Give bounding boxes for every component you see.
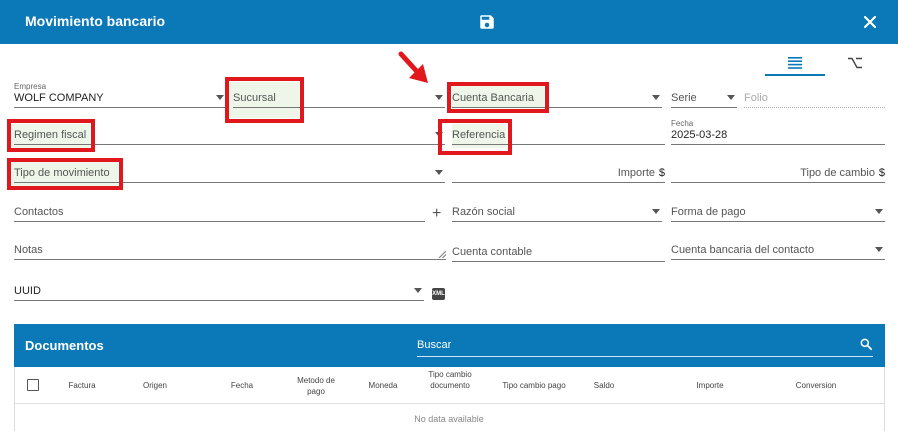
documents-title: Documentos [25,338,104,353]
column-header-metodo-pago[interactable]: Metodo de pago [291,375,341,397]
tipo-movimiento-highlight [7,158,123,190]
folio-input[interactable]: Folio [744,86,885,108]
empresa-value: WOLF COMPANY [14,92,104,104]
documents-search-input[interactable]: Buscar [417,334,873,357]
active-tab-indicator [765,74,825,76]
column-header-fecha[interactable]: Fecha [217,380,267,391]
chevron-down-icon [652,95,660,100]
referencia-highlight [438,119,512,155]
razon-social-placeholder: Razón social [452,206,515,218]
cuenta-bancaria-highlight [447,82,549,113]
column-header-origen[interactable]: Origen [130,380,180,391]
column-header-conversion[interactable]: Conversion [786,380,846,391]
empresa-select[interactable]: WOLF COMPANY [14,86,226,108]
tipo-cambio-input[interactable]: Tipo de cambio $ [671,161,885,183]
documents-toolbar: Documentos Buscar [14,324,885,367]
table-empty-message: No data available [414,414,484,424]
chevron-down-icon [875,209,883,214]
notas-textarea[interactable]: Notas [14,238,446,260]
xml-file-icon[interactable]: XML [432,288,445,300]
sucursal-highlight [225,77,304,123]
column-header-moneda[interactable]: Moneda [358,380,408,391]
cuenta-bancaria-contacto-select[interactable]: Cuenta bancaria del contacto [671,238,885,260]
forma-pago-select[interactable]: Forma de pago [671,200,885,222]
chevron-down-icon [727,95,735,100]
search-icon[interactable] [859,337,873,351]
dialog-header: Movimiento bancario [0,0,898,44]
uuid-select[interactable]: UUID [14,279,424,301]
chevron-down-icon [216,95,224,100]
save-icon[interactable] [478,13,496,31]
list-icon [788,57,802,69]
tab-alt-view[interactable] [825,50,885,76]
uuid-placeholder: UUID [14,285,41,297]
importe-input[interactable]: Importe $ [452,161,665,183]
folio-placeholder: Folio [744,92,768,104]
cuenta-contable-input[interactable]: Cuenta contable [452,240,665,262]
fecha-input[interactable]: 2025-03-28 [671,123,885,145]
column-header-factura[interactable]: Factura [57,380,107,391]
chevron-down-icon [414,288,422,293]
contactos-placeholder: Contactos [14,206,64,218]
serie-select[interactable]: Serie [671,86,737,108]
add-contact-button[interactable]: + [432,205,441,223]
search-placeholder: Buscar [417,339,452,351]
dialog-title: Movimiento bancario [25,13,166,29]
cuenta-contable-placeholder: Cuenta contable [452,246,533,258]
chevron-down-icon [435,170,443,175]
chevron-down-icon [652,209,660,214]
tipo-cambio-placeholder: Tipo de cambio [800,167,875,179]
column-header-importe[interactable]: Importe [684,380,736,391]
tipo-cambio-currency-symbol: $ [878,167,885,179]
serie-placeholder: Serie [671,92,697,104]
select-all-checkbox[interactable] [27,379,39,391]
notas-placeholder: Notas [14,244,43,256]
column-header-tipo-cambio-documento[interactable]: Tipo cambio documento [425,369,475,391]
fecha-value: 2025-03-28 [671,129,728,141]
importe-currency-symbol: $ [658,167,665,179]
tab-list-view[interactable] [765,50,825,76]
regimen-fiscal-highlight [7,119,95,152]
chevron-down-icon [875,247,883,252]
importe-placeholder: Importe [617,167,655,179]
close-icon[interactable] [860,12,880,32]
option-key-icon [848,57,862,69]
resize-handle-icon[interactable] [439,251,446,258]
contactos-input[interactable]: Contactos [14,200,425,222]
forma-pago-placeholder: Forma de pago [671,206,746,218]
chevron-down-icon [435,95,443,100]
razon-social-select[interactable]: Razón social [452,200,662,222]
column-header-tipo-cambio-pago[interactable]: Tipo cambio pago [497,380,571,391]
table-header-divider [14,403,885,404]
red-arrow-annotation [398,51,428,83]
cuenta-bancaria-contacto-placeholder: Cuenta bancaria del contacto [671,244,815,256]
column-header-saldo[interactable]: Saldo [582,380,626,391]
